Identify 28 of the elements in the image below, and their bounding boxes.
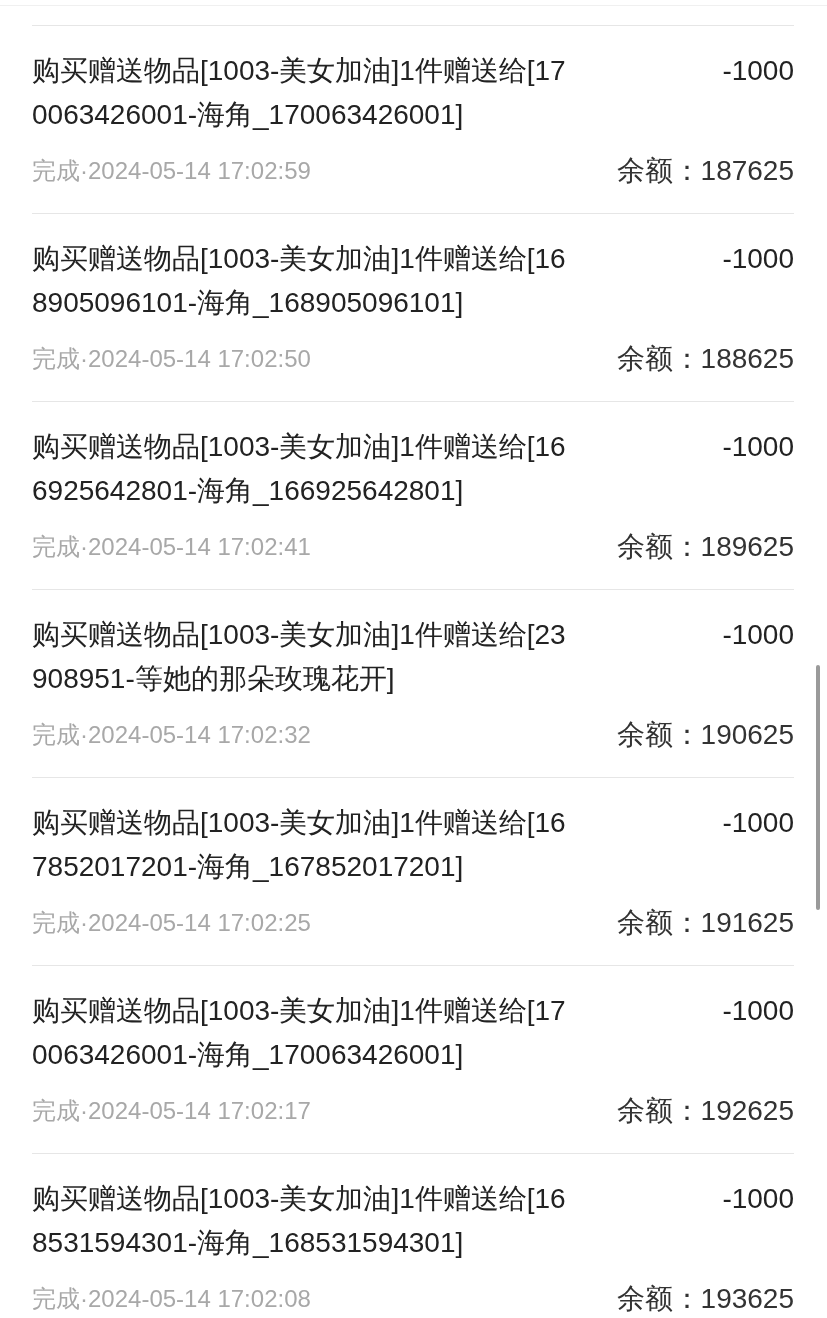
record-status: 完成·2024-05-14 17:02:25 [32, 909, 311, 937]
record-balance: 余额：190625 [616, 721, 794, 749]
record-balance: 余额：191625 [616, 909, 794, 937]
record-balance: 余额：189625 [616, 533, 794, 561]
record-title: 购买赠送物品[1003-美女加油]1件赠送给[170063426001-海角_170063426001] [32, 994, 567, 1072]
record-status: 完成·2024-05-14 17:02:41 [32, 533, 311, 561]
record-title: 购买赠送物品[1003-美女加油]1件赠送给[23908951-等她的那朵玫瑰花开] [32, 618, 567, 696]
record-amount: -1000 [722, 994, 794, 1028]
record-title: 购买赠送物品[1003-美女加油]1件赠送给[166925642801-海角_166925642801] [32, 430, 567, 508]
record-title: 购买赠送物品[1003-美女加油]1件赠送给[167852017201-海角_167852017201] [32, 806, 567, 884]
record-amount: -1000 [722, 618, 794, 652]
record-status: 完成·2024-05-14 17:02:08 [32, 1285, 311, 1313]
record-amount: -1000 [722, 242, 794, 276]
record-title: 购买赠送物品[1003-美女加油]1件赠送给[170063426001-海角_170063426001] [32, 54, 567, 132]
record-balance: 余额：188625 [616, 345, 794, 373]
record-status: 完成·2024-05-14 17:02:50 [32, 345, 311, 373]
record-title: 购买赠送物品[1003-美女加油]1件赠送给[168531594301-海角_168531594301] [32, 1182, 567, 1260]
record-amount: -1000 [722, 806, 794, 840]
record-amount: -1000 [722, 1182, 794, 1216]
record-amount: -1000 [722, 430, 794, 464]
record-balance: 余额：192625 [616, 1097, 794, 1125]
record-amount: -1000 [722, 54, 794, 88]
record-status: 完成·2024-05-14 17:02:17 [32, 1097, 311, 1125]
record-title: 购买赠送物品[1003-美女加油]1件赠送给[168905096101-海角_168905096101] [32, 242, 567, 320]
record-status: 完成·2024-05-14 17:02:59 [32, 157, 311, 185]
record-balance: 余额：193625 [616, 1285, 794, 1313]
record-balance: 余额：187625 [616, 157, 794, 185]
record-status: 完成·2024-05-14 17:02:32 [32, 721, 311, 749]
